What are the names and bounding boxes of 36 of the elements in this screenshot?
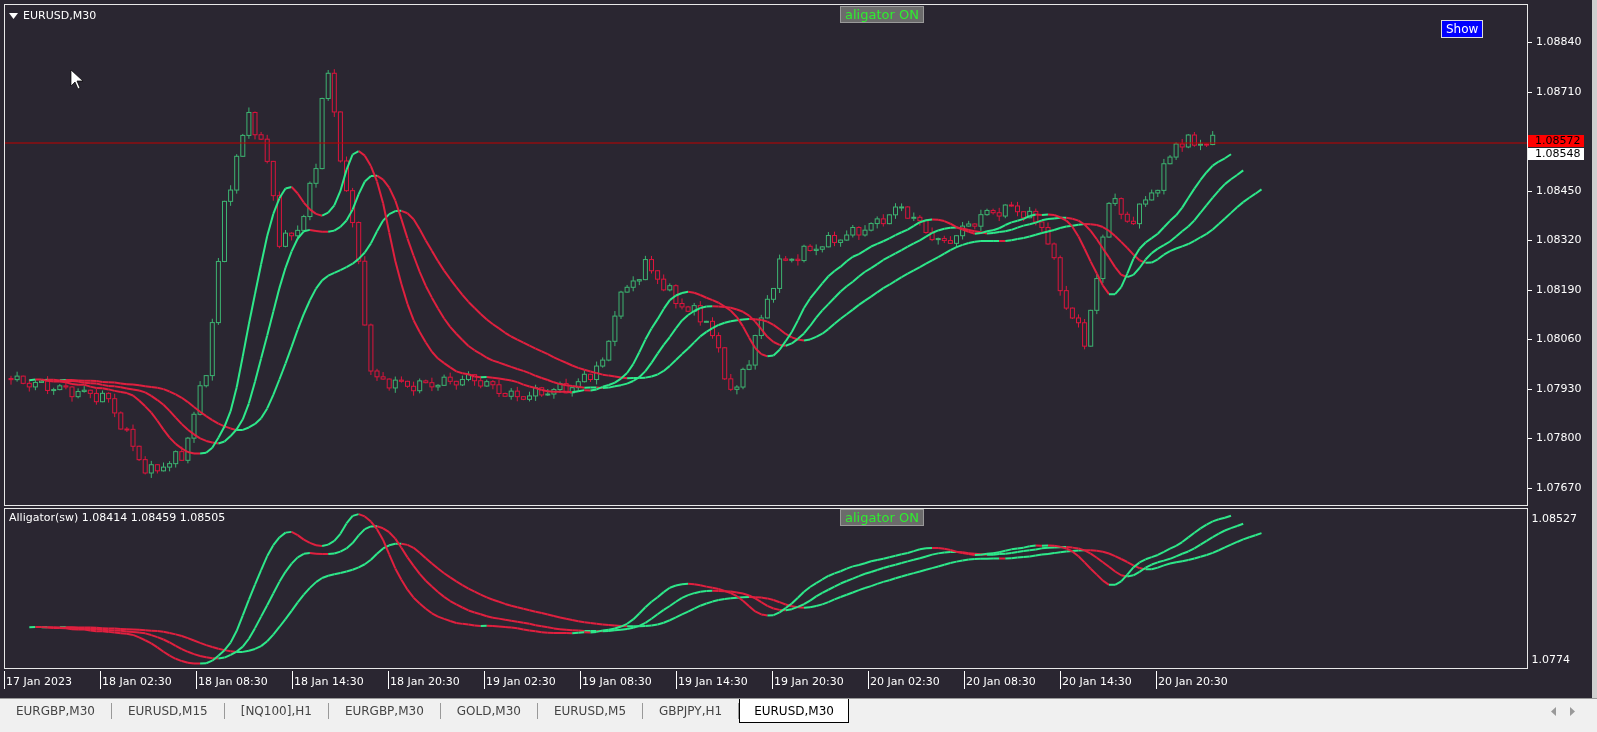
time-label: 17 Jan 2023 [4, 671, 100, 689]
price-label: 1.08710 [1536, 84, 1582, 99]
status-label: aligator ON [840, 509, 924, 526]
time-label: 20 Jan 08:30 [964, 671, 1060, 689]
time-label: 20 Jan 20:30 [1156, 671, 1252, 689]
scroll-left-icon[interactable] [1551, 706, 1556, 716]
price-label: 1.07670 [1536, 480, 1582, 495]
time-label: 18 Jan 08:30 [196, 671, 292, 689]
indicator-title: Alligator(sw) 1.08414 1.08459 1.08505 [9, 511, 226, 524]
price-label: 1.07930 [1536, 381, 1582, 396]
status-label: aligator ON [840, 6, 924, 23]
price-label: 1.08450 [1536, 183, 1582, 198]
time-label: 20 Jan 02:30 [868, 671, 964, 689]
time-label: 18 Jan 14:30 [292, 671, 388, 689]
dropdown-icon[interactable] [9, 12, 18, 19]
price-label: 1.08840 [1536, 35, 1582, 49]
price-label: 1.08320 [1536, 233, 1582, 247]
current-price-tag: 1.08548 [1528, 148, 1584, 160]
bid-price-tag: 1.08572 [1528, 135, 1584, 147]
price-label: 1.08190 [1536, 282, 1582, 297]
price-label: 1.08060 [1536, 332, 1582, 346]
pointer-icon [70, 69, 84, 90]
show-button[interactable]: Show [1441, 20, 1484, 38]
time-label: 19 Jan 02:30 [484, 671, 580, 689]
price-label: 1.08527 [1530, 512, 1578, 526]
time-label: 19 Jan 20:30 [772, 671, 868, 689]
price-label: 1.07800 [1536, 431, 1582, 445]
scroll-right-icon[interactable] [1570, 706, 1575, 716]
time-label: 18 Jan 02:30 [100, 671, 196, 689]
time-label: 18 Jan 20:30 [388, 671, 484, 689]
price-label: 1.0774 [1530, 653, 1571, 667]
time-label: 19 Jan 08:30 [580, 671, 676, 689]
chart-title: EURUSD,M30 [23, 9, 97, 22]
time-label: 19 Jan 14:30 [676, 671, 772, 689]
chart-tab[interactable]: EURUSD,M30 [739, 699, 849, 723]
time-label: 20 Jan 14:30 [1060, 671, 1156, 689]
